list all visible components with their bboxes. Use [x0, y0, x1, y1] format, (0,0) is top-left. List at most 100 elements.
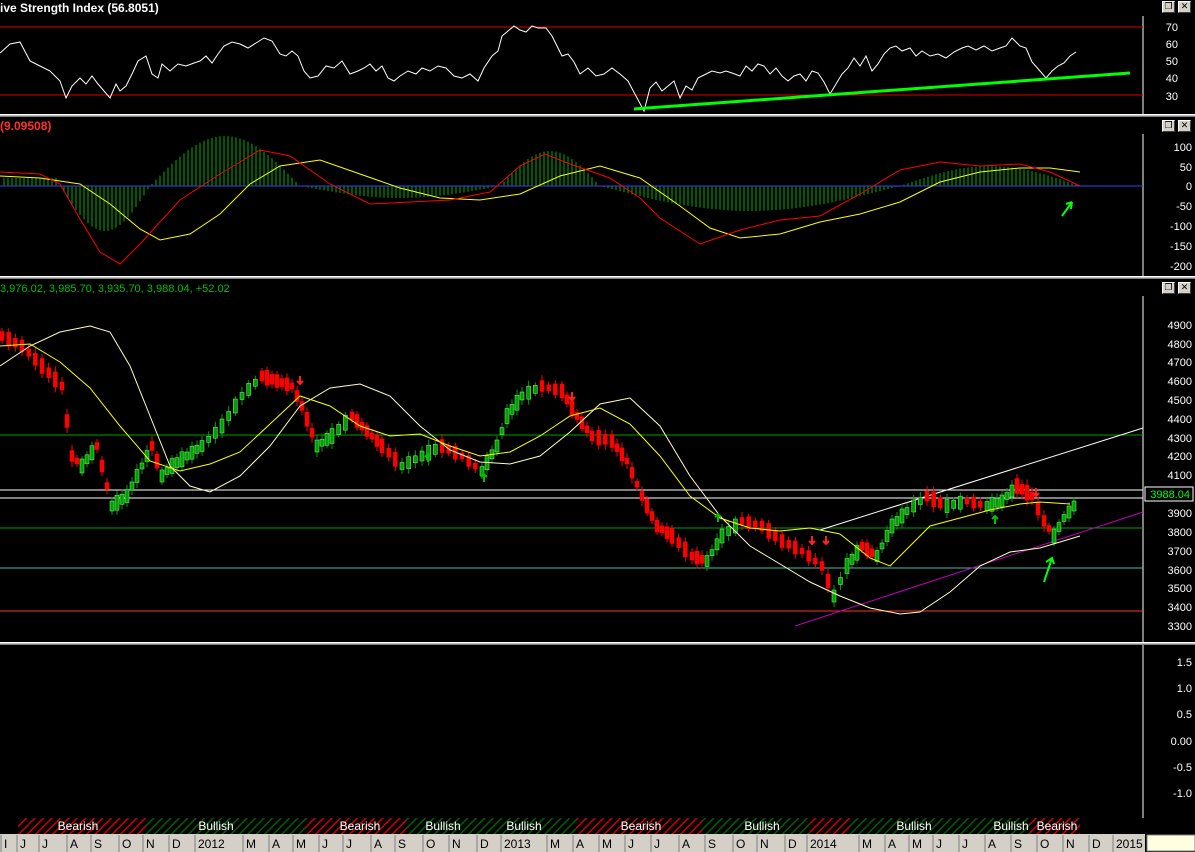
candle — [1066, 505, 1072, 519]
candle — [629, 466, 635, 479]
svg-text:-50: -50 — [1176, 201, 1192, 213]
svg-text:3800: 3800 — [1168, 527, 1192, 539]
month-label: D — [480, 837, 489, 851]
candle — [859, 541, 865, 551]
candle — [494, 439, 500, 453]
month-label: M — [862, 837, 872, 851]
candle — [399, 462, 405, 470]
candle — [79, 458, 85, 474]
svg-text:3900: 3900 — [1168, 508, 1192, 520]
month-label: J — [322, 837, 328, 851]
lower-panel: 1.5 1.0 0.5 0.00 -0.5 -1.0 — [0, 645, 1192, 818]
rsi-chart: 70 60 50 40 30 — [0, 16, 1178, 114]
svg-text:3400: 3400 — [1168, 602, 1192, 614]
candle — [413, 455, 418, 464]
candle — [226, 411, 231, 421]
candle — [319, 438, 325, 447]
candle — [879, 542, 885, 550]
candle — [99, 459, 105, 473]
candle — [33, 353, 38, 366]
candle — [504, 408, 510, 424]
svg-text:3700: 3700 — [1168, 546, 1192, 558]
candle — [526, 385, 531, 400]
candle — [938, 497, 943, 508]
candle — [889, 518, 895, 534]
candle — [386, 447, 391, 458]
candle — [694, 550, 700, 565]
candle — [624, 457, 630, 465]
candle — [26, 348, 31, 357]
month-label: J — [20, 837, 26, 851]
month-label: M — [912, 837, 922, 851]
svg-text:0.00: 0.00 — [1171, 736, 1192, 748]
candle — [199, 440, 205, 452]
candle — [984, 501, 990, 511]
restore-icon[interactable]: ❐ — [1162, 282, 1175, 294]
candle — [39, 358, 45, 374]
month-label: S — [708, 837, 716, 851]
candle — [129, 481, 135, 491]
candle — [639, 491, 645, 501]
candle — [683, 541, 688, 558]
svg-text:4500: 4500 — [1168, 395, 1192, 407]
candle — [289, 382, 295, 390]
candle — [433, 444, 438, 455]
svg-text:30: 30 — [1166, 91, 1178, 103]
month-label: J — [42, 837, 48, 851]
candle — [958, 495, 963, 510]
candle — [838, 577, 843, 585]
current-price-label: 3988.04 — [1150, 489, 1190, 501]
candle — [119, 494, 125, 505]
month-label: I — [4, 837, 7, 851]
restore-icon[interactable]: ❐ — [1162, 1, 1175, 13]
candle — [374, 435, 380, 447]
rsi-axis: 70 60 50 40 30 — [1166, 22, 1178, 103]
candle — [89, 445, 95, 460]
month-label: 2013 — [504, 837, 531, 851]
candle — [154, 453, 160, 469]
candle — [104, 482, 110, 490]
candle — [849, 554, 855, 565]
candle — [553, 383, 558, 396]
candle — [619, 447, 625, 462]
candle — [654, 519, 660, 533]
candle — [184, 451, 190, 461]
candle — [336, 424, 341, 435]
candle — [114, 494, 120, 511]
month-label: M — [296, 837, 306, 851]
month-label: O — [426, 837, 435, 851]
svg-text:-150: -150 — [1170, 241, 1192, 253]
close-icon[interactable]: ✕ — [1178, 120, 1191, 132]
candle — [69, 450, 75, 462]
candle — [1041, 515, 1047, 527]
candle — [284, 377, 290, 392]
candle — [259, 370, 265, 382]
svg-text:70: 70 — [1166, 22, 1178, 34]
candle — [269, 374, 275, 385]
candle — [931, 491, 936, 508]
close-icon[interactable]: ✕ — [1178, 282, 1191, 294]
candle — [1019, 484, 1025, 495]
candle — [869, 548, 875, 557]
svg-text:40: 40 — [1166, 73, 1178, 85]
month-label: M — [246, 837, 256, 851]
svg-text:4800: 4800 — [1168, 339, 1192, 351]
candle — [46, 367, 51, 378]
svg-text:0.5: 0.5 — [1177, 709, 1192, 721]
close-icon[interactable]: ✕ — [1178, 1, 1191, 13]
candle — [669, 528, 675, 544]
rsi-title-bar: ive Strength Index (56.8051) — [0, 0, 1195, 16]
candle — [94, 442, 100, 450]
timeline: Bearish Bullish Bearish Bullish Bullish Beari… — [0, 818, 1195, 852]
candle — [539, 380, 545, 392]
macd-title-bar: (9.09508) — [0, 118, 1195, 134]
date-input[interactable] — [1146, 834, 1195, 852]
candle — [84, 454, 90, 465]
candle — [349, 411, 355, 421]
regime-label: Bearish — [340, 819, 381, 833]
rsi-value: (56.8051) — [107, 1, 159, 15]
svg-text:4100: 4100 — [1168, 470, 1192, 482]
candle — [354, 414, 360, 428]
restore-icon[interactable]: ❐ — [1162, 120, 1175, 132]
candle — [739, 517, 745, 525]
